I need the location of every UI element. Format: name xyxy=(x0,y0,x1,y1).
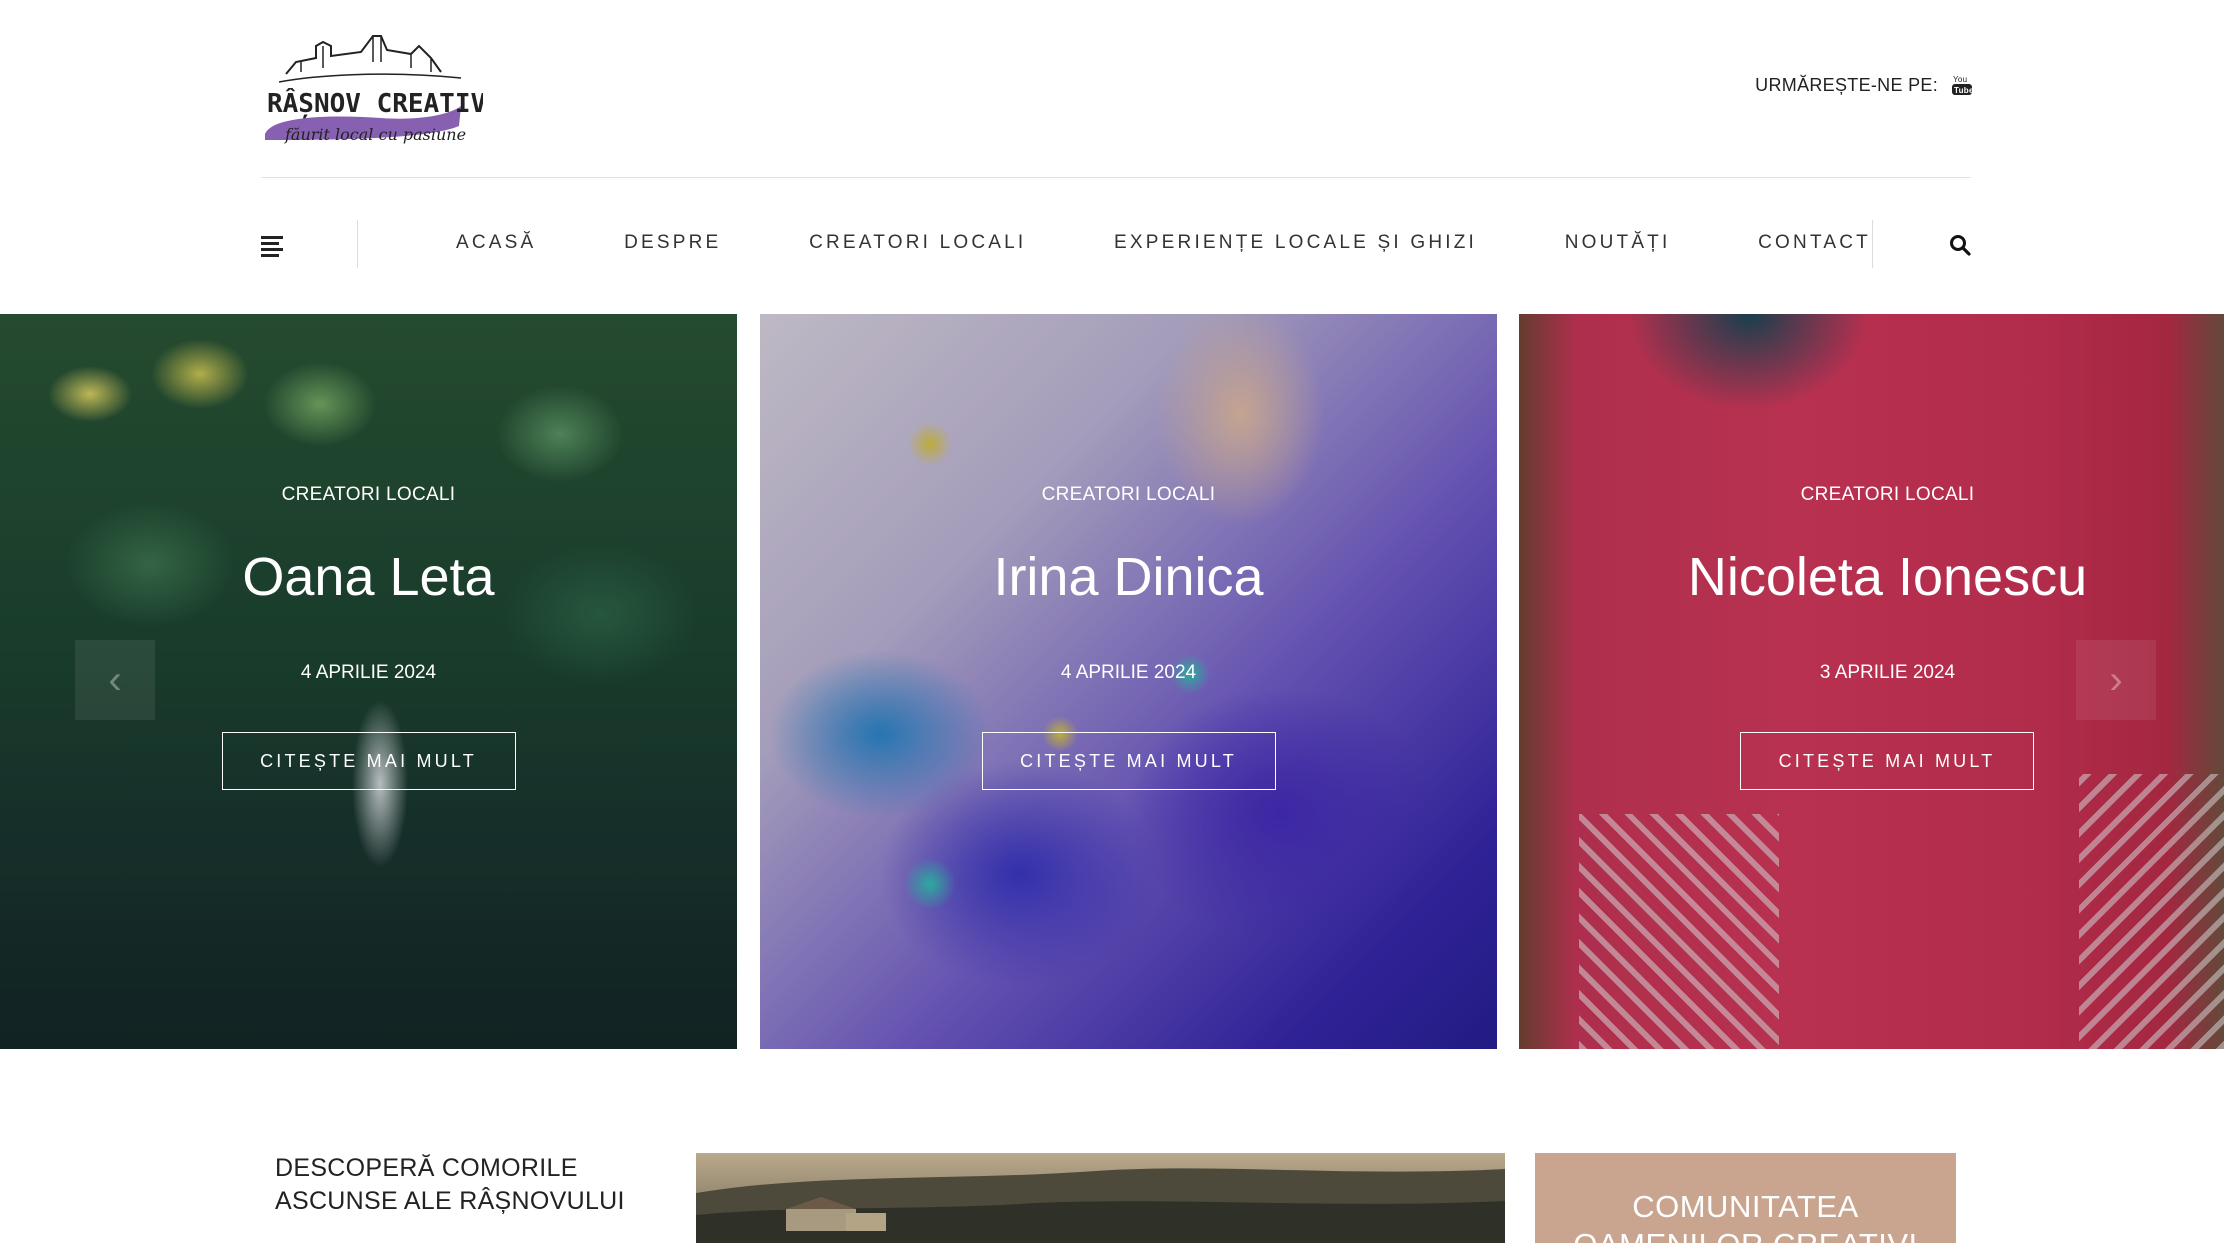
intro-line-2: ASCUNSE ALE RÂȘNOVULUI xyxy=(275,1187,625,1215)
chevron-right-icon[interactable]: › xyxy=(2076,640,2156,720)
header-divider xyxy=(261,177,1971,178)
search-icon[interactable] xyxy=(1949,234,1971,256)
slide-category[interactable]: CREATORI LOCALI xyxy=(760,484,1497,506)
logo-text: RÂȘNOV CREATIV xyxy=(267,87,483,119)
read-more-button[interactable]: CITEȘTE MAI MULT xyxy=(221,732,516,790)
nav-items: ACASĂ DESPRE CREATORI LOCALI EXPERIENȚE … xyxy=(456,232,1871,254)
nav-item-acasa[interactable]: ACASĂ xyxy=(456,232,536,254)
slide-title[interactable]: Oana Leta xyxy=(0,546,737,608)
nav-item-noutati[interactable]: NOUTĂȚI xyxy=(1565,232,1671,254)
svg-text:Tube: Tube xyxy=(1954,86,1972,95)
nav-divider-left xyxy=(357,220,358,268)
social-follow: URMĂREȘTE-NE PE: You Tube xyxy=(1755,74,1972,96)
svg-text:făurit local cu pasiune: făurit local cu pasiune xyxy=(284,125,466,144)
logo-image: RÂȘNOV CREATIV făurit local cu pasiune xyxy=(265,35,486,144)
slide-irina-dinica[interactable]: CREATORI LOCALI Irina Dinica 4 APRILIE 2… xyxy=(760,314,1497,1049)
youtube-icon[interactable]: You Tube xyxy=(1952,74,1972,96)
nav-divider-right xyxy=(1872,220,1873,268)
community-title: COMUNITATEA OAMENILOR CREATIVI xyxy=(1535,1188,1956,1243)
nav-item-experiente-locale[interactable]: EXPERIENȚE LOCALE ȘI GHIZI xyxy=(1114,232,1477,254)
svg-text:You: You xyxy=(1953,75,1967,84)
intro-heading: DESCOPERĂ COMORILE ASCUNSE ALE RÂȘNOVULU… xyxy=(275,1152,655,1218)
rasnov-landscape-image xyxy=(696,1153,1505,1243)
follow-label: URMĂREȘTE-NE PE: xyxy=(1755,74,1938,95)
featured-slider: CREATORI LOCALI Oana Leta 4 APRILIE 2024… xyxy=(0,314,2224,1049)
hamburger-menu-icon[interactable] xyxy=(261,236,283,257)
slide-title[interactable]: Irina Dinica xyxy=(760,546,1497,608)
nav-item-despre[interactable]: DESPRE xyxy=(624,232,721,254)
community-card[interactable]: COMUNITATEA OAMENILOR CREATIVI xyxy=(1535,1153,1956,1243)
main-navigation: ACASĂ DESPRE CREATORI LOCALI EXPERIENȚE … xyxy=(261,220,1971,270)
site-logo[interactable]: RÂȘNOV CREATIV făurit local cu pasiune xyxy=(261,22,486,150)
slide-category[interactable]: CREATORI LOCALI xyxy=(0,484,737,506)
chevron-left-icon[interactable]: ‹ xyxy=(75,640,155,720)
community-line-2: OAMENILOR CREATIVI xyxy=(1535,1226,1956,1243)
community-line-1: COMUNITATEA xyxy=(1632,1189,1859,1224)
intro-line-1: DESCOPERĂ COMORILE xyxy=(275,1154,578,1182)
nav-item-creatori-locali[interactable]: CREATORI LOCALI xyxy=(809,232,1026,254)
nav-item-contact[interactable]: CONTACT xyxy=(1758,232,1871,254)
read-more-button[interactable]: CITEȘTE MAI MULT xyxy=(981,732,1276,790)
slide-category[interactable]: CREATORI LOCALI xyxy=(1519,484,2224,506)
slide-date: 4 APRILIE 2024 xyxy=(1060,662,1197,683)
slide-title[interactable]: Nicoleta Ionescu xyxy=(1519,546,2224,608)
read-more-button[interactable]: CITEȘTE MAI MULT xyxy=(1740,732,2034,790)
